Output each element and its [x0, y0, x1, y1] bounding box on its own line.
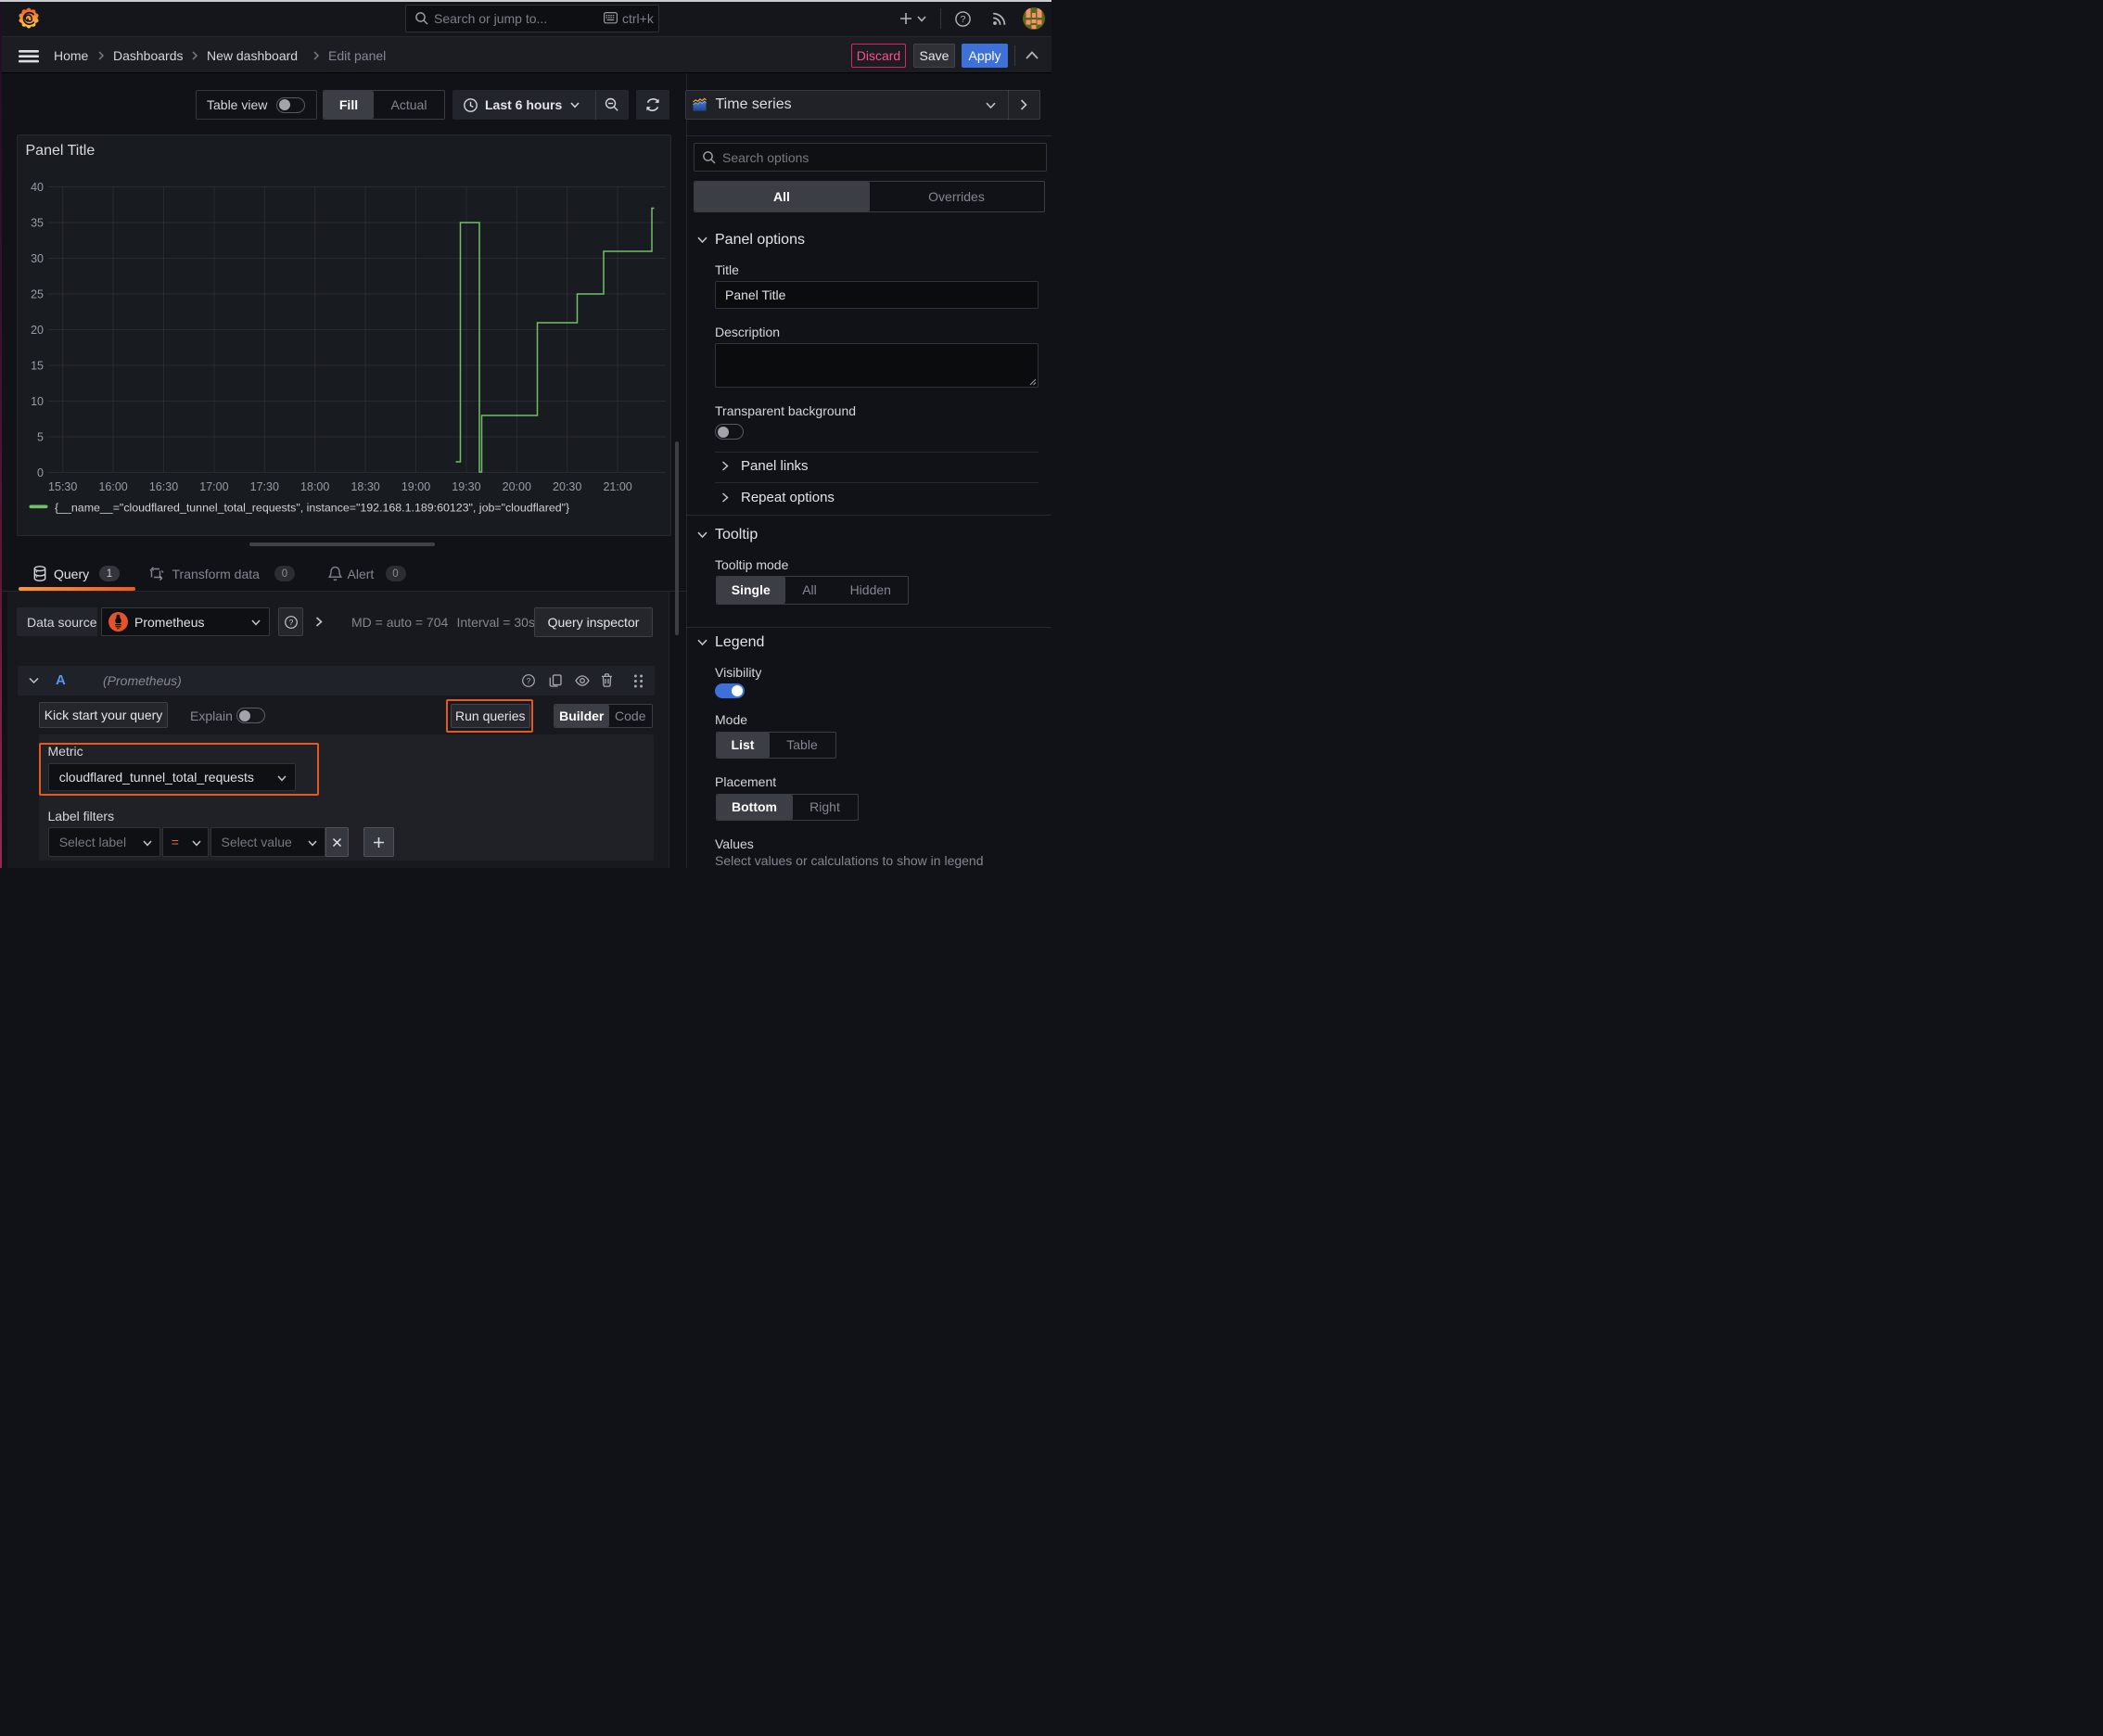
svg-text:17:00: 17:00: [199, 480, 228, 493]
svg-text:20:00: 20:00: [503, 480, 531, 493]
svg-text:?: ?: [527, 676, 531, 685]
svg-text:15: 15: [31, 359, 44, 372]
svg-text:16:00: 16:00: [98, 480, 127, 493]
svg-text:0: 0: [37, 466, 44, 479]
svg-text:35: 35: [31, 216, 44, 229]
svg-text:21:00: 21:00: [603, 480, 631, 493]
svg-text:?: ?: [961, 14, 966, 25]
svg-text:18:00: 18:00: [300, 480, 329, 493]
svg-text:?: ?: [288, 618, 293, 627]
svg-text:5: 5: [37, 430, 44, 443]
svg-text:15:30: 15:30: [48, 480, 77, 493]
svg-text:40: 40: [31, 181, 44, 194]
svg-text:20: 20: [31, 324, 44, 337]
svg-text:17:30: 17:30: [250, 480, 279, 493]
svg-text:16:30: 16:30: [149, 480, 178, 493]
svg-text:25: 25: [31, 287, 44, 300]
svg-text:30: 30: [31, 252, 44, 265]
svg-text:20:30: 20:30: [553, 480, 581, 493]
svg-text:19:00: 19:00: [401, 480, 430, 493]
svg-text:10: 10: [31, 395, 44, 408]
svg-text:{__name__="cloudflared_tunnel_: {__name__="cloudflared_tunnel_total_requ…: [55, 501, 569, 514]
svg-text:19:30: 19:30: [452, 480, 480, 493]
svg-text:18:30: 18:30: [350, 480, 379, 493]
